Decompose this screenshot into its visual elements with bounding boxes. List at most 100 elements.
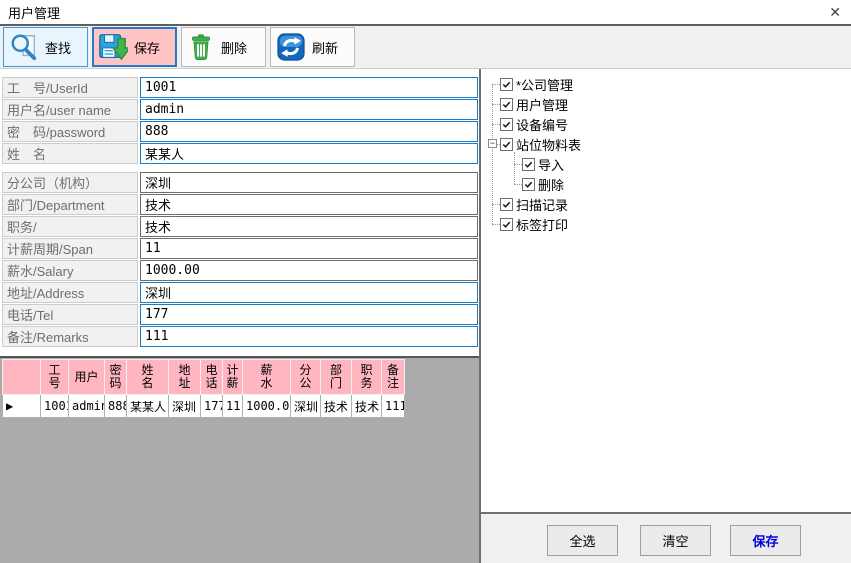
tree-item[interactable]: 设备编号	[483, 114, 849, 134]
toolbar-button-delete[interactable]: 删除	[181, 27, 266, 67]
field-label-address: 地址/Address	[2, 282, 138, 303]
form-row: 职务/技术	[2, 216, 478, 237]
column-header[interactable]: 职务	[352, 360, 382, 395]
tree-item[interactable]: *公司管理	[483, 74, 849, 94]
grid-cell[interactable]: 深圳	[169, 395, 201, 418]
column-header[interactable]: 薪水	[243, 360, 291, 395]
row-selector[interactable]: ▶	[3, 395, 41, 418]
checkbox-checked-icon[interactable]	[500, 138, 513, 151]
toolbar-button-save[interactable]: 保存	[92, 27, 177, 67]
checkbox-checked-icon[interactable]	[500, 218, 513, 231]
row-arrow-icon: ▶	[6, 399, 13, 413]
checkbox-checked-icon[interactable]	[500, 118, 513, 131]
save-button[interactable]: 保存	[730, 525, 801, 556]
collapse-icon[interactable]: −	[488, 139, 497, 148]
tree-item[interactable]: 标签打印	[483, 214, 849, 234]
column-header[interactable]: 电话	[201, 360, 223, 395]
close-icon[interactable]: ✕	[829, 5, 841, 19]
tree-connector	[514, 184, 522, 185]
field-input-tel[interactable]: 177	[140, 304, 478, 325]
grid-cell[interactable]: 某某人	[127, 395, 169, 418]
field-label-username: 用户名/user name	[2, 99, 138, 120]
tree-item[interactable]: 导入	[483, 154, 849, 174]
field-input-company[interactable]: 深圳	[140, 172, 478, 193]
grid-cell[interactable]: 11	[223, 395, 243, 418]
grid-cell[interactable]: 技术	[321, 395, 352, 418]
permissions-tree: *公司管理用户管理设备编号−站位物料表导入删除扫描记录标签打印	[483, 74, 849, 234]
column-header[interactable]: 密码	[105, 360, 127, 395]
field-input-username[interactable]: admin	[140, 99, 478, 120]
field-label-remarks: 备注/Remarks	[2, 326, 138, 347]
checkbox-checked-icon[interactable]	[522, 158, 535, 171]
field-input-userid[interactable]: 1001	[140, 77, 478, 98]
toolbar-button-label: 刷新	[312, 38, 338, 57]
grid-cell[interactable]: 177	[201, 395, 223, 418]
field-input-address[interactable]: 深圳	[140, 282, 478, 303]
column-header-line: 门	[321, 377, 351, 390]
column-header-line: 用户	[69, 371, 104, 384]
field-input-span[interactable]: 11	[140, 238, 478, 259]
column-header[interactable]: 计薪	[223, 360, 243, 395]
checkbox-checked-icon[interactable]	[522, 178, 535, 191]
form-row: 电话/Tel177	[2, 304, 478, 325]
toolbar-button-refresh[interactable]: 刷新	[270, 27, 355, 67]
field-label-duty: 职务/	[2, 216, 138, 237]
column-header[interactable]: 姓名	[127, 360, 169, 395]
checkbox-checked-icon[interactable]	[500, 78, 513, 91]
field-input-department[interactable]: 技术	[140, 194, 478, 215]
column-header-line: 公	[291, 377, 320, 390]
user-form: 工 号/UserId1001用户名/user nameadmin密 码/pass…	[0, 69, 479, 348]
tree-item[interactable]: 删除	[483, 174, 849, 194]
main-area: 工 号/UserId1001用户名/user nameadmin密 码/pass…	[0, 69, 851, 563]
column-header-line: 名	[127, 377, 168, 390]
form-row: 密 码/password888	[2, 121, 478, 142]
column-header[interactable]: 备注	[382, 360, 405, 395]
grid-cell[interactable]: 888	[105, 395, 127, 418]
field-input-name[interactable]: 某某人	[140, 143, 478, 164]
grid-cell[interactable]: 1001	[41, 395, 69, 418]
field-label-tel: 电话/Tel	[2, 304, 138, 325]
checkbox-checked-icon[interactable]	[500, 198, 513, 211]
grid-cell[interactable]: 深圳	[291, 395, 321, 418]
tree-item[interactable]: −站位物料表	[483, 134, 849, 154]
field-input-password[interactable]: 888	[140, 121, 478, 142]
column-header-line: 话	[201, 377, 222, 390]
user-management-window: 用户管理 ✕ 查找保存删除刷新 工 号/UserId1001用户名/user n…	[0, 0, 851, 563]
select-all-button[interactable]: 全选	[547, 525, 618, 556]
column-header[interactable]: 部门	[321, 360, 352, 395]
grid-cell[interactable]: 技术	[352, 395, 382, 418]
column-header-line: 号	[41, 377, 68, 390]
toolbar-button-find[interactable]: 查找	[3, 27, 88, 67]
grid-cell[interactable]: admin	[69, 395, 105, 418]
form-section-gap	[2, 165, 478, 172]
tree-connector	[514, 164, 522, 165]
field-label-name: 姓 名	[2, 143, 138, 164]
field-input-salary[interactable]: 1000.00	[140, 260, 478, 281]
titlebar: 用户管理 ✕	[0, 0, 851, 24]
field-input-duty[interactable]: 技术	[140, 216, 478, 237]
tree-item[interactable]: 用户管理	[483, 94, 849, 114]
window-title: 用户管理	[8, 3, 60, 22]
toolbar-button-label: 删除	[221, 38, 247, 57]
checkbox-checked-icon[interactable]	[500, 98, 513, 111]
refresh-icon	[276, 32, 306, 62]
column-header[interactable]: 工号	[41, 360, 69, 395]
grid-corner-header	[3, 360, 41, 395]
tree-connector	[492, 104, 500, 105]
permissions-panel: *公司管理用户管理设备编号−站位物料表导入删除扫描记录标签打印 全选清空保存	[481, 69, 851, 563]
column-header-line: 注	[382, 377, 404, 390]
trash-icon	[187, 32, 215, 62]
tree-item-label: 扫描记录	[516, 195, 568, 214]
column-header[interactable]: 分公	[291, 360, 321, 395]
grid-cell[interactable]: 111	[382, 395, 405, 418]
tree-item[interactable]: 扫描记录	[483, 194, 849, 214]
column-header[interactable]: 地址	[169, 360, 201, 395]
field-label-department: 部门/Department	[2, 194, 138, 215]
clear-button[interactable]: 清空	[640, 525, 711, 556]
field-input-remarks[interactable]: 111	[140, 326, 478, 347]
tree-item-label: 用户管理	[516, 95, 568, 114]
column-header[interactable]: 用户	[69, 360, 105, 395]
form-row: 薪水/Salary1000.00	[2, 260, 478, 281]
field-label-salary: 薪水/Salary	[2, 260, 138, 281]
grid-cell[interactable]: 1000.00	[243, 395, 291, 418]
